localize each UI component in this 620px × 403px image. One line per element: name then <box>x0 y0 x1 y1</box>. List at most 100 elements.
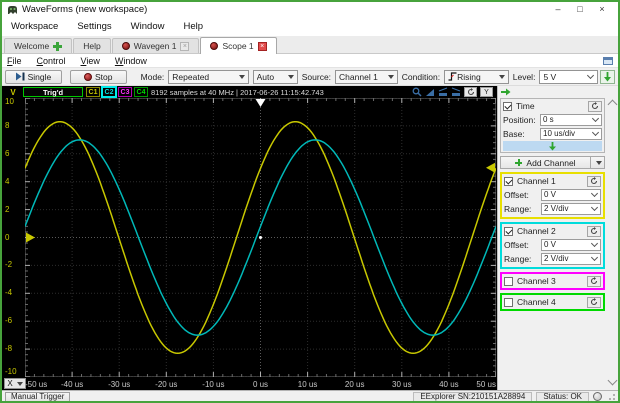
range-value: 2 V/div <box>544 204 569 213</box>
x-axis-menu-button[interactable]: X <box>4 378 26 389</box>
y-tick-label: -8 <box>5 344 13 354</box>
channel-toggle-c2[interactable]: C2 <box>102 87 116 97</box>
float-window-icon[interactable] <box>603 56 613 65</box>
tab-wavegen-1[interactable]: Wavegen 1 × <box>111 38 200 53</box>
y-tick-label: -6 <box>5 316 13 326</box>
auto-select[interactable]: Auto <box>252 69 298 84</box>
level-decrease-button[interactable] <box>600 69 615 84</box>
menu-help[interactable]: Help <box>183 21 203 32</box>
scope-menu-window[interactable]: Window <box>115 56 147 66</box>
menu-window[interactable]: Window <box>131 21 165 32</box>
time-checkbox[interactable] <box>503 101 512 111</box>
add-tab-icon[interactable] <box>53 41 63 51</box>
mode-select[interactable]: Repeated <box>168 69 249 84</box>
x-axis-row: X -50 us -40 us -30 us -20 us -10 us 0 us 10 u… <box>2 377 497 390</box>
time-label: Time <box>516 101 535 111</box>
x-tick-label: -40 us <box>60 380 84 389</box>
menu-settings[interactable]: Settings <box>77 21 111 32</box>
source-select[interactable]: Channel 1 <box>335 69 398 84</box>
scope-menubar: File Control View Window <box>2 54 618 68</box>
collapse-panel-arrow-icon[interactable] <box>501 88 511 96</box>
device-status-icon[interactable] <box>593 392 602 401</box>
channel-3-settings-button[interactable] <box>587 275 601 287</box>
channel-2-checkbox[interactable] <box>504 226 513 236</box>
scope-menu-view[interactable]: View <box>81 56 100 66</box>
channel-group-label: Channel 2 <box>517 226 556 236</box>
channel-2-settings-button[interactable] <box>587 225 601 237</box>
plot-settings-button[interactable] <box>464 87 477 97</box>
channel-toggle-c3[interactable]: C3 <box>118 87 132 97</box>
group-channel-4: Channel 4 <box>500 293 605 311</box>
channel-4-settings-button[interactable] <box>587 296 601 308</box>
channel-2-offset-select[interactable]: 0 V <box>541 238 601 251</box>
position-label: Position: <box>503 114 536 125</box>
time-settings-button[interactable] <box>588 100 602 112</box>
oscilloscope-plot[interactable] <box>25 98 496 377</box>
y-tick-label: 4 <box>5 176 10 186</box>
position-select[interactable]: 0 s <box>540 113 602 126</box>
channel-3-checkbox[interactable] <box>504 276 513 286</box>
x-tick-label: -50 us <box>25 380 48 389</box>
single-button[interactable]: Single <box>5 69 62 84</box>
scroll-down-icon[interactable] <box>607 375 618 386</box>
channel-1-checkbox[interactable] <box>504 176 513 186</box>
y-tick-label: -2 <box>5 260 13 270</box>
dropdown-arrow-icon <box>595 160 602 165</box>
x-tick-label: 50 us <box>476 380 496 389</box>
magnifier-icon[interactable] <box>412 87 422 97</box>
y-axis-menu-button[interactable]: Y <box>480 87 493 97</box>
channel-4-checkbox[interactable] <box>504 297 513 307</box>
add-channel-label: Add Channel <box>526 157 576 168</box>
chevron-down-icon <box>587 71 595 80</box>
maximize-button[interactable]: □ <box>569 3 591 16</box>
dropdown-arrow-icon <box>287 74 294 79</box>
menu-workspace[interactable]: Workspace <box>11 21 58 32</box>
scope-main: V Trig'd C1 C2 C3 C4 8192 samples at 40 MHz… <box>2 86 618 390</box>
acquisition-status-text: 8192 samples at 40 MHz | 2017-06-26 11:1… <box>151 87 324 97</box>
channel-1-offset-select[interactable]: 0 V <box>541 188 601 201</box>
close-tab-icon[interactable]: × <box>180 41 190 51</box>
scope-menu-file[interactable]: File <box>7 56 22 66</box>
manual-trigger-button[interactable]: Manual Trigger <box>5 391 71 401</box>
condition-value: Rising <box>457 71 481 82</box>
close-tab-icon[interactable]: × <box>257 41 267 51</box>
zoom-x-icon[interactable] <box>438 87 448 97</box>
scope-toolbar: Single Stop Mode: Repeated Auto Source: … <box>2 68 618 86</box>
add-channel-button[interactable]: Add Channel <box>500 156 591 169</box>
scroll-up-icon[interactable] <box>607 99 618 110</box>
channel-1-range-select[interactable]: 2 V/div <box>541 202 601 215</box>
tab-scope-1[interactable]: Scope 1 × <box>200 37 277 54</box>
condition-select[interactable]: Rising <box>444 69 509 84</box>
add-channel-menu-button[interactable] <box>591 156 605 169</box>
resize-grip[interactable] <box>608 393 615 400</box>
refresh-icon <box>590 277 598 285</box>
channel-1-settings-button[interactable] <box>587 175 601 187</box>
auto-value: Auto <box>256 71 275 82</box>
minimize-button[interactable]: – <box>547 3 569 16</box>
channel-group-label: Channel 3 <box>517 276 556 286</box>
condition-label: Condition: <box>401 71 441 82</box>
y-tick-label: 0 <box>5 232 10 242</box>
tab-label: Wavegen 1 <box>133 41 177 51</box>
close-button[interactable]: × <box>591 3 613 16</box>
tab-label: Help <box>83 41 101 51</box>
tab-welcome[interactable]: Welcome <box>4 38 73 53</box>
scope-menu-control[interactable]: Control <box>37 56 66 66</box>
window-title: WaveForms (new workspace) <box>22 4 148 15</box>
tab-help[interactable]: Help <box>73 38 111 53</box>
base-select[interactable]: 10 us/div <box>540 127 602 140</box>
source-value: Channel 1 <box>339 71 378 82</box>
zoom-fit-icon[interactable] <box>425 87 435 97</box>
single-label: Single <box>27 71 52 82</box>
level-input[interactable]: 5 V <box>539 69 599 84</box>
channel-2-range-select[interactable]: 2 V/div <box>541 252 601 265</box>
zoom-y-icon[interactable] <box>451 87 461 97</box>
channel-toggle-c1[interactable]: C1 <box>86 87 100 97</box>
plot-zoom-toolbar: Y <box>412 87 493 97</box>
add-channel-control: Add Channel <box>500 156 605 169</box>
channel-toggle-c4[interactable]: C4 <box>134 87 148 97</box>
chevron-down-icon <box>590 253 599 262</box>
time-apply-row[interactable] <box>503 141 602 151</box>
scope-right-panel: Time Position: 0 s Base: 10 us/div Add C… <box>497 86 618 390</box>
stop-button[interactable]: Stop <box>69 69 127 84</box>
